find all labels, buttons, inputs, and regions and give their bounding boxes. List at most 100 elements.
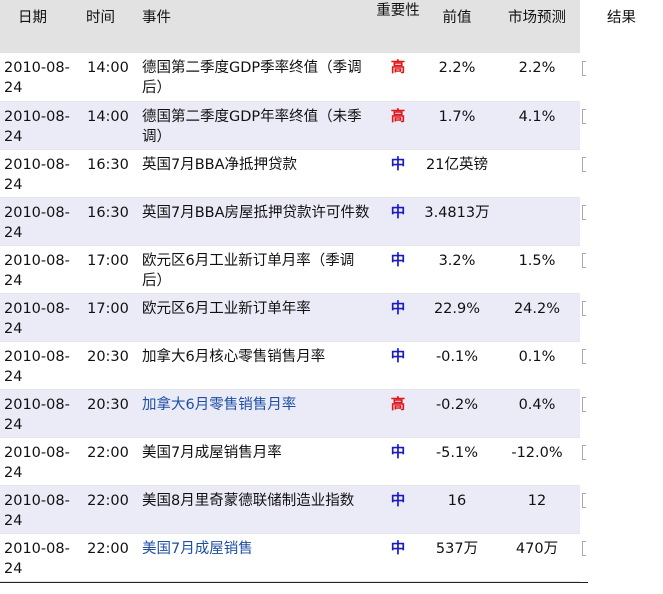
importance-badge: 中 [376, 485, 420, 534]
event-link[interactable]: 美国7月成屋销售 [136, 533, 376, 582]
header-date: 日期 [0, 0, 80, 53]
header-forecast: 市场预测 [494, 0, 580, 53]
cell-forecast: 0.4% [494, 389, 580, 438]
header-row: 日期 时间 事件 重要性 前值 市场预测 结果 [0, 0, 663, 53]
table-row: 2010-08-24 20:30 加拿大6月核心零售销售月率中 -0.1% 0.1% [0, 341, 663, 390]
table-row: 2010-08-24 17:00 欧元区6月工业新订单年率中 22.9% 24.2% [0, 293, 663, 342]
cell-previous: 16 [420, 485, 494, 534]
cell-time: 20:30 [80, 341, 136, 390]
header-event: 事件 [136, 0, 376, 53]
calendar-body: 2010-08-24 14:00 德国第二季度GDP季率终值（季调后）高 2.2% 2.… [0, 53, 663, 582]
cell-date: 2010-08-24 [0, 245, 80, 294]
cell-result [580, 293, 663, 341]
cell-result [580, 341, 663, 389]
result-placeholder-icon [582, 253, 586, 268]
cell-date: 2010-08-24 [0, 437, 80, 486]
cell-time: 16:30 [80, 197, 136, 246]
cell-event: 英国7月BBA净抵押贷款 [136, 149, 376, 198]
result-placeholder-icon [582, 397, 586, 412]
cell-forecast: 0.1% [494, 341, 580, 390]
table-row: 2010-08-24 16:30 英国7月BBA净抵押贷款中 21亿英镑 [0, 149, 663, 198]
cell-previous: -0.2% [420, 389, 494, 438]
cell-date: 2010-08-24 [0, 293, 80, 342]
cell-forecast: 470万 [494, 533, 580, 582]
result-placeholder-icon [582, 301, 586, 316]
cell-previous: 21亿英镑 [420, 149, 494, 198]
result-placeholder-icon [582, 541, 586, 556]
result-placeholder-icon [582, 61, 586, 76]
cell-forecast [494, 197, 580, 246]
cell-result [580, 485, 663, 533]
cell-time: 17:00 [80, 293, 136, 342]
cell-previous: -0.1% [420, 341, 494, 390]
cell-event: 美国8月里奇蒙德联储制造业指数 [136, 485, 376, 534]
result-placeholder-icon [582, 205, 586, 220]
importance-badge: 高 [376, 101, 420, 150]
header-importance: 重要性 [376, 0, 420, 53]
cell-previous: 3.4813万 [420, 197, 494, 246]
cell-date: 2010-08-24 [0, 53, 80, 102]
cell-previous: 537万 [420, 533, 494, 582]
cell-result [580, 533, 663, 581]
cell-previous: 2.2% [420, 53, 494, 102]
result-placeholder-icon [582, 157, 586, 172]
cell-previous: 22.9% [420, 293, 494, 342]
table-bottom-rule [0, 582, 588, 583]
table-row: 2010-08-24 14:00 德国第二季度GDP季率终值（季调后）高 2.2% 2.… [0, 53, 663, 102]
cell-event: 德国第二季度GDP年率终值（未季调） [136, 101, 376, 150]
cell-date: 2010-08-24 [0, 101, 80, 150]
cell-result [580, 149, 663, 197]
cell-result [580, 389, 663, 437]
event-link[interactable]: 加拿大6月零售销售月率 [136, 389, 376, 438]
table-row: 2010-08-24 14:00 德国第二季度GDP年率终值（未季调）高 1.7% 4.… [0, 101, 663, 150]
cell-event: 美国7月成屋销售月率 [136, 437, 376, 486]
header-result: 结果 [580, 0, 663, 53]
cell-time: 22:00 [80, 485, 136, 534]
cell-date: 2010-08-24 [0, 341, 80, 390]
cell-event: 德国第二季度GDP季率终值（季调后） [136, 53, 376, 102]
cell-forecast: 2.2% [494, 53, 580, 102]
importance-badge: 中 [376, 533, 420, 582]
table-row: 2010-08-24 16:30 英国7月BBA房屋抵押贷款许可件数中 3.4813万 [0, 197, 663, 246]
result-placeholder-icon [582, 109, 586, 124]
cell-date: 2010-08-24 [0, 533, 80, 582]
cell-date: 2010-08-24 [0, 389, 80, 438]
result-placeholder-icon [582, 445, 586, 460]
cell-time: 17:00 [80, 245, 136, 294]
economic-calendar-table: 日期 时间 事件 重要性 前值 市场预测 结果 2010-08-24 14:00 德… [0, 0, 663, 582]
cell-forecast: 1.5% [494, 245, 580, 294]
importance-badge: 中 [376, 293, 420, 342]
cell-date: 2010-08-24 [0, 485, 80, 534]
cell-result [580, 101, 663, 149]
importance-badge: 中 [376, 341, 420, 390]
cell-event: 加拿大6月核心零售销售月率 [136, 341, 376, 390]
importance-badge: 中 [376, 245, 420, 294]
table-row: 2010-08-24 22:00 美国8月里奇蒙德联储制造业指数中 16 12 [0, 485, 663, 534]
table-row: 2010-08-24 22:00 美国7月成屋销售中 537万 470万 [0, 533, 663, 582]
cell-result [580, 245, 663, 293]
importance-badge: 中 [376, 437, 420, 486]
cell-event: 英国7月BBA房屋抵押贷款许可件数 [136, 197, 376, 246]
importance-badge: 高 [376, 389, 420, 438]
cell-result [580, 437, 663, 485]
table-row: 2010-08-24 20:30 加拿大6月零售销售月率高 -0.2% 0.4% [0, 389, 663, 438]
cell-previous: -5.1% [420, 437, 494, 486]
cell-forecast: 24.2% [494, 293, 580, 342]
cell-date: 2010-08-24 [0, 149, 80, 198]
cell-result [580, 53, 663, 101]
cell-date: 2010-08-24 [0, 197, 80, 246]
cell-result [580, 197, 663, 245]
header-time: 时间 [80, 0, 136, 53]
importance-badge: 中 [376, 197, 420, 246]
cell-time: 22:00 [80, 533, 136, 582]
cell-previous: 1.7% [420, 101, 494, 150]
cell-forecast: 12 [494, 485, 580, 534]
importance-badge: 中 [376, 149, 420, 198]
cell-event: 欧元区6月工业新订单月率（季调后） [136, 245, 376, 294]
cell-time: 16:30 [80, 149, 136, 198]
cell-forecast: -12.0% [494, 437, 580, 486]
table-row: 2010-08-24 22:00 美国7月成屋销售月率中 -5.1% -12.0% [0, 437, 663, 486]
cell-event: 欧元区6月工业新订单年率 [136, 293, 376, 342]
table-row: 2010-08-24 17:00 欧元区6月工业新订单月率（季调后）中 3.2% 1.5… [0, 245, 663, 294]
cell-time: 14:00 [80, 53, 136, 102]
